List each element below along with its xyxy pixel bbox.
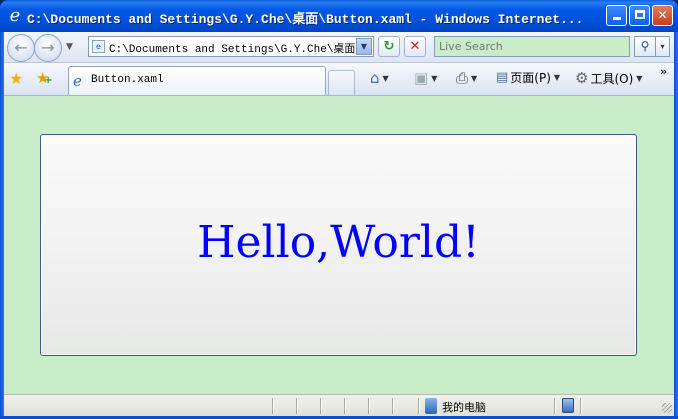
tab-button-xaml[interactable]: e Button.xaml — [68, 66, 326, 95]
ie-icon: e — [9, 5, 21, 26]
computer-zone-icon — [425, 398, 437, 414]
home-button[interactable]: ⌂ ▼ — [370, 69, 389, 89]
status-divider — [344, 398, 346, 414]
search-button[interactable]: ⚲ — [634, 36, 656, 57]
window-frame-right — [674, 32, 678, 419]
search-input[interactable] — [439, 40, 625, 53]
chevron-down-icon[interactable]: ▼ — [471, 74, 477, 83]
status-divider — [580, 398, 582, 414]
close-button[interactable]: ✕ — [652, 5, 673, 26]
home-icon: ⌂ — [370, 69, 380, 87]
maximize-icon — [634, 10, 645, 19]
hello-world-label: Hello,World! — [197, 217, 480, 268]
address-input[interactable]: C:\Documents and Settings\G.Y.Che\桌面\But… — [109, 40, 357, 56]
page-icon: ▤ — [496, 70, 509, 85]
hello-world-button[interactable]: Hello,World! — [40, 134, 637, 356]
search-options-dropdown[interactable]: ▾ — [656, 36, 670, 57]
address-toolbar: ← → ▼ e C:\Documents and Settings\G.Y.Ch… — [4, 32, 674, 63]
window-title: C:\Documents and Settings\G.Y.Che\桌面\But… — [27, 12, 584, 27]
favorites-center-icon[interactable]: ★ — [9, 69, 23, 88]
status-divider — [368, 398, 370, 414]
status-divider — [272, 398, 274, 414]
minimize-button[interactable] — [606, 5, 627, 26]
add-plus-icon: + — [44, 75, 53, 86]
status-divider — [418, 398, 420, 414]
status-divider — [392, 398, 394, 414]
refresh-button[interactable]: ↻ — [378, 36, 400, 57]
status-divider — [320, 398, 322, 414]
ie-tab-icon: e — [73, 72, 82, 90]
page-icon: e — [92, 40, 105, 53]
chevron-down-icon[interactable]: ▼ — [431, 74, 437, 83]
toolbar-overflow-button[interactable]: » — [660, 65, 667, 78]
tools-menu-button[interactable]: ⚙ 工具(O) ▼ — [575, 69, 642, 89]
address-box[interactable]: e C:\Documents and Settings\G.Y.Che\桌面\B… — [88, 36, 374, 57]
new-tab-button[interactable] — [328, 70, 355, 95]
command-bar: ★ ★ + e Button.xaml ⌂ ▼ ▣ ▼ ⎙ ▼ ▤ 页面(P) ▼ ⚙ 工具(… — [4, 63, 674, 96]
add-to-favorites-button[interactable]: ★ + — [36, 69, 53, 87]
page-menu-button[interactable]: ▤ 页面(P) ▼ — [496, 69, 560, 89]
print-button[interactable]: ⎙ ▼ — [456, 69, 477, 89]
gear-icon: ⚙ — [575, 69, 589, 87]
title-bar[interactable]: e C:\Documents and Settings\G.Y.Che\桌面\B… — [0, 0, 678, 32]
security-zone-label[interactable]: 我的电脑 — [442, 399, 486, 415]
history-dropdown-icon[interactable]: ▼ — [66, 42, 73, 52]
resize-grip-icon[interactable] — [662, 403, 672, 413]
address-dropdown-button[interactable]: ▼ — [356, 38, 372, 55]
search-box[interactable] — [434, 36, 630, 57]
chevron-down-icon: ▼ — [553, 73, 561, 82]
maximize-button[interactable] — [629, 5, 650, 26]
forward-button[interactable]: → — [34, 34, 62, 62]
back-button[interactable]: ← — [7, 34, 35, 62]
feeds-icon: ▣ — [414, 69, 429, 87]
status-divider — [554, 398, 556, 414]
page-menu-label: 页面(P) — [510, 71, 551, 85]
feeds-button[interactable]: ▣ ▼ — [414, 69, 437, 89]
protected-mode-icon[interactable] — [562, 398, 574, 413]
stop-button[interactable]: ✕ — [404, 36, 426, 57]
status-divider — [296, 398, 298, 414]
chevron-down-icon: ▼ — [636, 73, 643, 83]
tab-label: Button.xaml — [91, 74, 164, 86]
browser-window: e C:\Documents and Settings\G.Y.Che\桌面\B… — [0, 0, 678, 419]
status-bar: 我的电脑 — [4, 394, 674, 417]
chevron-down-icon[interactable]: ▼ — [383, 74, 389, 83]
page-content: Hello,World! — [4, 96, 674, 394]
tools-menu-label: 工具(O) — [590, 71, 634, 86]
print-icon: ⎙ — [456, 69, 469, 87]
minimize-icon — [612, 17, 621, 20]
